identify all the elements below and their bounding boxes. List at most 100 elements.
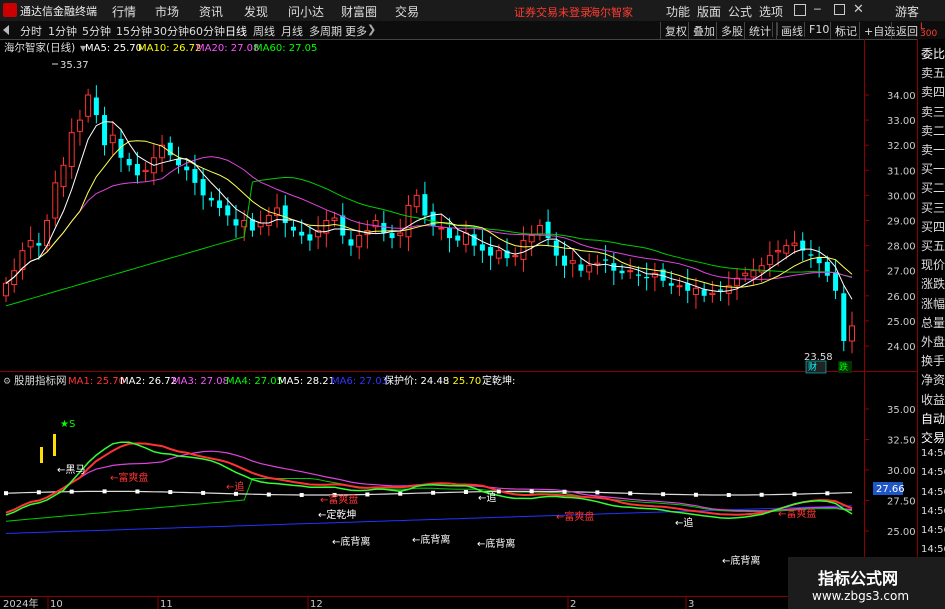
- stock-label: 海尔智家(日线): [4, 41, 75, 54]
- panel-header[interactable]: L 300: [920, 23, 944, 39]
- indicator-dot: [36, 490, 41, 495]
- menu-jiaoyi[interactable]: 交易: [395, 3, 419, 20]
- indicator-tick-label: 30.00: [887, 466, 916, 477]
- ma-label: MA5: 25.70: [85, 43, 142, 54]
- candle-body: [594, 262, 601, 265]
- indicator-lines: [5, 441, 853, 534]
- window-menu-icon[interactable]: [794, 4, 806, 16]
- candle-body: [791, 242, 798, 247]
- signal-bar: [40, 447, 43, 463]
- login-stock[interactable]: 海尔智家: [589, 4, 633, 20]
- menu-faxian[interactable]: 发现: [244, 3, 268, 20]
- candle-body: [356, 235, 363, 248]
- menu-hangqing[interactable]: 行情: [112, 3, 136, 20]
- indicator-dot: [266, 492, 271, 497]
- tf-30min[interactable]: 30分钟: [153, 23, 189, 39]
- prev-arrow-icon[interactable]: [3, 25, 9, 35]
- candle-body: [225, 205, 231, 216]
- btn-f10[interactable]: F10: [804, 22, 833, 37]
- candle-body: [307, 234, 313, 241]
- price-tick-label: 24.00: [887, 342, 916, 353]
- tf-weekly[interactable]: 周线: [253, 23, 275, 39]
- tf-more[interactable]: 更多: [345, 23, 367, 39]
- candle-body: [578, 264, 584, 271]
- btn-diejia[interactable]: 叠加: [688, 22, 719, 40]
- menu-caifuquan[interactable]: 财富圈: [341, 3, 377, 20]
- menu-gongneng[interactable]: 功能: [666, 3, 690, 20]
- candle-body: [184, 166, 190, 171]
- signal-bar: [53, 434, 56, 456]
- menu-shichang[interactable]: 市场: [155, 3, 179, 20]
- btn-fuquan[interactable]: 复权: [660, 22, 691, 40]
- candlesticks: [3, 85, 855, 354]
- candle-body: [479, 244, 485, 251]
- time-label: 2: [570, 599, 576, 609]
- indicator-dot: [201, 490, 206, 495]
- price-ma-lines: [5, 121, 853, 307]
- menu-zixun[interactable]: 资讯: [199, 3, 223, 20]
- menu-banmian[interactable]: 版面: [697, 3, 721, 20]
- candle-body: [644, 276, 650, 279]
- close-icon[interactable]: ✕: [853, 2, 864, 17]
- candle-body: [331, 217, 338, 222]
- candle-body: [603, 259, 609, 261]
- btn-biaoji[interactable]: 标记: [830, 22, 861, 40]
- tf-15min[interactable]: 15分钟: [116, 23, 152, 39]
- candle-body: [192, 169, 198, 183]
- tf-monthly[interactable]: 月线: [281, 23, 303, 39]
- indicator-dot: [496, 489, 501, 494]
- ma-labels: MA5: 25.70MA10: 26.72MA20: 27.08MA60: 27…: [85, 43, 317, 54]
- indicator-dot: [4, 491, 8, 496]
- indicator-labels: MA1: 25.70MA2: 26.72MA3: 27.08MA4: 27.05…: [68, 374, 515, 387]
- candle-body: [742, 272, 749, 277]
- time-label: 10: [50, 599, 63, 609]
- price-tick-label: 33.00: [887, 116, 916, 127]
- maximize-icon[interactable]: [834, 4, 845, 15]
- quote-field: 交易: [921, 431, 945, 445]
- tf-daily[interactable]: 日线: [225, 23, 247, 39]
- ma-label: MA10: 26.72: [138, 43, 201, 54]
- candle-body: [668, 283, 674, 286]
- tf-fenshi[interactable]: 分时: [20, 23, 42, 39]
- indicator-dot: [792, 492, 797, 497]
- menu-gongshi[interactable]: 公式: [728, 3, 752, 20]
- more-chevron-icon[interactable]: ❯: [367, 23, 376, 36]
- btn-huaxian[interactable]: 画线: [776, 22, 807, 40]
- indicator-dot: [365, 492, 370, 497]
- chart-area[interactable]: 海尔智家(日线) ▼ MA5: 25.70MA10: 26.72MA20: 27…: [0, 39, 917, 609]
- candle-body: [783, 245, 790, 254]
- quote-field: 买一: [921, 162, 945, 177]
- candle-body: [126, 159, 132, 166]
- tf-1min[interactable]: 1分钟: [48, 23, 77, 39]
- indicator-tick-label: 27.50: [887, 497, 916, 508]
- tf-60min[interactable]: 60分钟: [189, 23, 225, 39]
- user-label[interactable]: 游客: [895, 3, 919, 20]
- indicator-dot: [299, 492, 304, 497]
- candle-body: [528, 235, 535, 243]
- candle-body: [134, 164, 140, 176]
- quote-field: 卖二: [921, 123, 945, 138]
- minimize-icon[interactable]: ─: [814, 3, 821, 16]
- menu-bar: 通达信金融终端 行情 市场 资讯 发现 问小达 财富圈 交易 证券交易未登录 海…: [0, 0, 945, 22]
- candle-body: [52, 182, 59, 219]
- indicator-tick-label: 25.00: [887, 527, 916, 538]
- tf-5min[interactable]: 5分钟: [82, 23, 111, 39]
- candle-body: [422, 194, 428, 216]
- ma5-line: [5, 490, 853, 496]
- candle-body: [68, 132, 75, 168]
- menu-xuanxiang[interactable]: 选项: [759, 3, 783, 20]
- quote-field: 卖一: [921, 143, 945, 157]
- candle-body: [611, 263, 617, 271]
- candle-body: [536, 225, 543, 235]
- price-tick-label: 26.00: [887, 292, 916, 303]
- tf-multi[interactable]: 多周期: [309, 23, 342, 39]
- indicator-label: MA4: 27.05: [226, 376, 283, 387]
- btn-tongji[interactable]: 统计: [744, 22, 775, 40]
- btn-fanhui[interactable]: 返回: [891, 22, 922, 40]
- indicator-dot: [628, 491, 633, 496]
- quote-field: 14:56: [921, 448, 945, 460]
- menu-wenxiaoda[interactable]: 问小达: [288, 3, 324, 20]
- btn-duogu[interactable]: 多股: [716, 22, 747, 40]
- login-notice[interactable]: 证券交易未登录: [514, 4, 591, 20]
- indicator-label: MA5: 28.21: [278, 376, 335, 387]
